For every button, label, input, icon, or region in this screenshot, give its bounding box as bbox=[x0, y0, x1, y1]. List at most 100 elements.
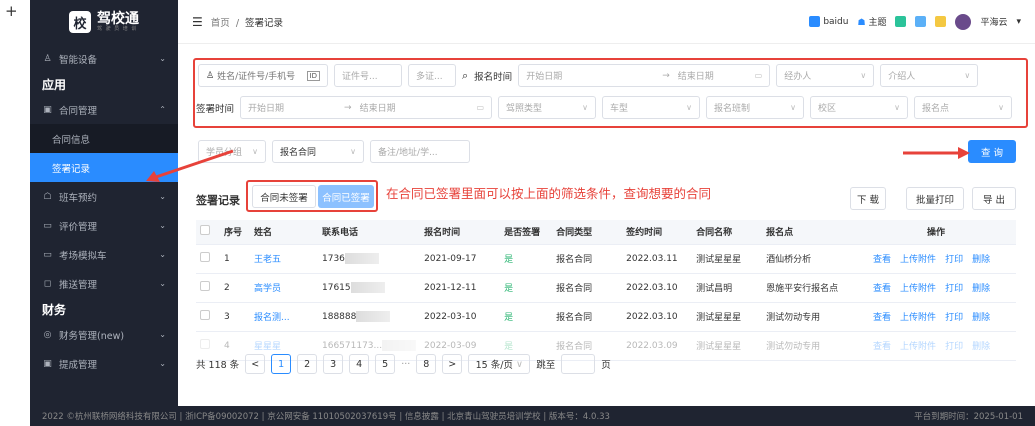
id-placeholder: 证件号... bbox=[342, 72, 378, 82]
signup-point-select[interactable]: 报名点 ∨ bbox=[914, 96, 1013, 119]
prev-page-button[interactable]: < bbox=[245, 354, 266, 374]
theme-button[interactable]: ☗ 主题 bbox=[857, 15, 886, 28]
id-type-select[interactable]: 多证... bbox=[408, 64, 456, 87]
tab-signed[interactable]: 合同已签署 bbox=[318, 185, 374, 208]
more-pages[interactable]: ··· bbox=[401, 359, 410, 370]
cell-name[interactable]: 王老五 bbox=[250, 244, 318, 274]
phone-mask bbox=[350, 282, 385, 293]
chevron-down-icon[interactable]: ▾ bbox=[1016, 17, 1021, 27]
row-checkbox[interactable] bbox=[200, 281, 210, 291]
campus-select[interactable]: 校区 ∨ bbox=[810, 96, 909, 119]
upload-attachment-link[interactable]: 上传附件 bbox=[900, 313, 936, 323]
menu-toggle-icon[interactable]: ☰ bbox=[192, 15, 203, 29]
sidebar-item-icon: ▭ bbox=[43, 249, 52, 260]
referrer-select[interactable]: 介绍人 ∨ bbox=[880, 64, 979, 87]
user-name[interactable]: 平海云 bbox=[980, 15, 1007, 28]
view-link[interactable]: 查看 bbox=[873, 284, 891, 294]
page-size-select[interactable]: 15 条/页 ∨ bbox=[468, 354, 531, 374]
view-link[interactable]: 查看 bbox=[873, 313, 891, 323]
row-checkbox-cell[interactable] bbox=[196, 244, 220, 274]
sidebar-item[interactable]: ▭ 评价管理 ⌄ bbox=[30, 211, 178, 240]
cell-signup-date: 2021-12-11 bbox=[420, 273, 501, 303]
sidebar-item[interactable]: ♙ 智能设备 ⌄ bbox=[30, 44, 178, 73]
batch-print-button[interactable]: 批量打印 bbox=[906, 187, 964, 210]
print-link[interactable]: 打印 bbox=[945, 313, 963, 323]
chevron-down-icon: ∨ bbox=[686, 103, 693, 112]
download-button[interactable]: 下 载 bbox=[850, 187, 886, 210]
search-icon[interactable]: ⌕ bbox=[462, 69, 468, 83]
print-link[interactable]: 打印 bbox=[945, 284, 963, 294]
page-5[interactable]: 5 bbox=[375, 354, 396, 374]
sidebar-item-icon: ▣ bbox=[43, 104, 52, 115]
breadcrumb-home[interactable]: 首页 bbox=[211, 18, 230, 29]
sidebar-item[interactable]: ▣ 合同管理 ⌃ bbox=[30, 95, 178, 124]
row-checkbox[interactable] bbox=[200, 310, 210, 320]
next-page-button[interactable]: > bbox=[442, 354, 463, 374]
row-checkbox-cell[interactable] bbox=[196, 273, 220, 303]
license-type-select[interactable]: 驾照类型 ∨ bbox=[498, 96, 597, 119]
sidebar-item-icon: ▭ bbox=[43, 220, 52, 231]
page-2[interactable]: 2 bbox=[297, 354, 318, 374]
avatar[interactable] bbox=[955, 13, 972, 30]
goto-page-input[interactable] bbox=[561, 354, 596, 374]
export-button[interactable]: 导 出 bbox=[972, 187, 1016, 210]
cell-signed: 是 bbox=[500, 302, 553, 332]
cell-contract-type: 报名合同 bbox=[552, 302, 623, 332]
baidu-link[interactable]: baidu bbox=[809, 16, 848, 27]
tab-unsigned[interactable]: 合同未签署 bbox=[252, 185, 316, 208]
phone-text: 188888 bbox=[322, 312, 357, 322]
sidebar-item-label: 智能设备 bbox=[59, 54, 98, 66]
car-type-select[interactable]: 车型 ∨ bbox=[602, 96, 701, 119]
refresh-icon[interactable] bbox=[895, 16, 907, 27]
upload-attachment-link[interactable]: 上传附件 bbox=[900, 284, 936, 294]
print-link[interactable]: 打印 bbox=[945, 342, 963, 352]
sidebar-item[interactable]: ▭ 考场模拟车 ⌄ bbox=[30, 240, 178, 269]
app-logo[interactable]: 校 驾校通驾 驶 员 培 训 bbox=[30, 0, 178, 44]
delete-link[interactable]: 删除 bbox=[972, 255, 990, 265]
sign-end-date: 结束日期 bbox=[359, 104, 396, 114]
col-contract-type: 合同类型 bbox=[552, 220, 623, 245]
id-input[interactable]: 证件号... bbox=[334, 64, 402, 87]
delete-link[interactable]: 删除 bbox=[972, 313, 990, 323]
cell-signup-point: 酒仙桥分析 bbox=[762, 244, 857, 274]
footer: 2022 ©杭州联桥网络科技有限公司 | 浙ICP备09002072 | 京公网… bbox=[30, 406, 1035, 426]
class-type-select[interactable]: 报名班制 ∨ bbox=[706, 96, 805, 119]
cell-contract-type: 报名合同 bbox=[552, 273, 623, 303]
car-type-value: 车型 bbox=[610, 104, 629, 114]
signup-date-range[interactable]: 开始日期 → 结束日期 ▭ bbox=[518, 64, 771, 87]
arrow-to-sidebar-line bbox=[155, 149, 234, 179]
phone-text: 17615 bbox=[322, 283, 351, 293]
page-4[interactable]: 4 bbox=[349, 354, 370, 374]
folder-icon[interactable] bbox=[935, 16, 947, 27]
select-all-cell[interactable] bbox=[196, 220, 220, 245]
sidebar-item[interactable]: ▣ 提成管理 ⌄ bbox=[30, 349, 178, 378]
print-link[interactable]: 打印 bbox=[945, 255, 963, 265]
signup-end-date: 结束日期 bbox=[677, 72, 714, 82]
sidebar-item[interactable]: ◎ 财务管理(new) ⌄ bbox=[30, 320, 178, 349]
delete-link[interactable]: 删除 bbox=[972, 342, 990, 352]
delete-link[interactable]: 删除 bbox=[972, 284, 990, 294]
upload-attachment-link[interactable]: 上传附件 bbox=[900, 342, 936, 352]
upload-attachment-link[interactable]: 上传附件 bbox=[900, 255, 936, 265]
cell-signup-date: 2022-03-10 bbox=[420, 302, 501, 332]
row-checkbox-cell[interactable] bbox=[196, 302, 220, 332]
row-checkbox[interactable] bbox=[200, 252, 210, 262]
page-last[interactable]: 8 bbox=[416, 354, 437, 374]
sign-date-range[interactable]: 开始日期 → 结束日期 ▭ bbox=[240, 96, 493, 119]
cell-name[interactable]: 报名测... bbox=[250, 302, 318, 332]
sidebar-item[interactable]: ◻ 推送管理 ⌄ bbox=[30, 269, 178, 298]
search-input[interactable]: ♙ 姓名/证件号/手机号 ID bbox=[198, 64, 328, 87]
add-icon[interactable]: + bbox=[5, 2, 18, 20]
cell-signup-point: 恩施平安行报名点 bbox=[762, 273, 857, 303]
page-3[interactable]: 3 bbox=[323, 354, 344, 374]
cell-name[interactable]: 高学员 bbox=[250, 273, 318, 303]
select-all-checkbox[interactable] bbox=[200, 225, 210, 236]
view-link[interactable]: 查看 bbox=[873, 255, 891, 265]
license-type-value: 驾照类型 bbox=[506, 104, 543, 114]
card-icon[interactable]: ID bbox=[306, 70, 320, 81]
view-link[interactable]: 查看 bbox=[873, 342, 891, 352]
page-1[interactable]: 1 bbox=[271, 354, 292, 374]
handler-select[interactable]: 经办人 ∨ bbox=[776, 64, 875, 87]
screen-icon[interactable] bbox=[915, 16, 927, 27]
row-checkbox[interactable] bbox=[200, 339, 210, 349]
